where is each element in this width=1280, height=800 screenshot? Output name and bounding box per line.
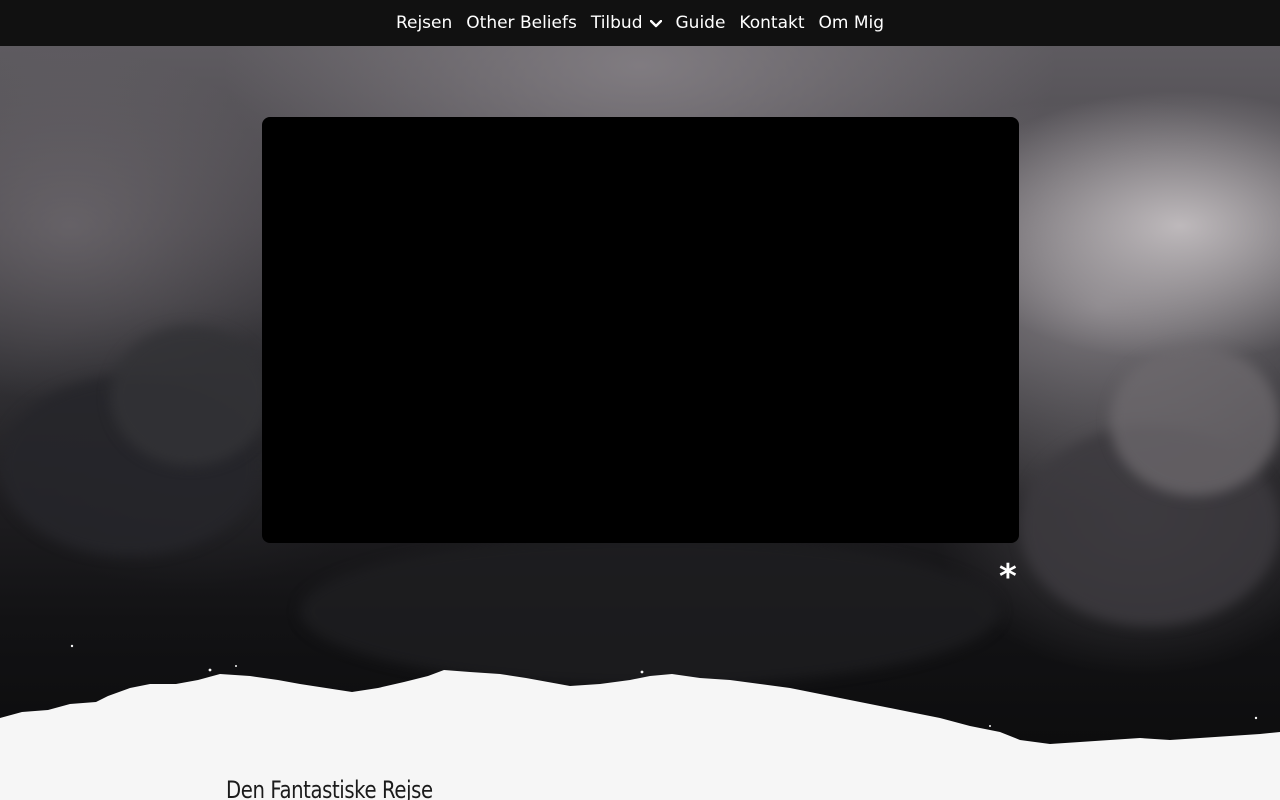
nav-item-rejsen[interactable]: Rejsen (396, 13, 452, 33)
nav-item-kontakt[interactable]: Kontakt (739, 13, 804, 33)
cloud-shape (110, 326, 270, 466)
section-title: Den Fantastiske Rejse (226, 776, 433, 800)
nav-item-om-mig[interactable]: Om Mig (819, 13, 885, 33)
nav-item-guide[interactable]: Guide (676, 13, 726, 33)
main-navigation: Rejsen Other Beliefs Tilbud Guide Kontak… (0, 0, 1280, 46)
nav-item-other-beliefs[interactable]: Other Beliefs (466, 13, 577, 33)
page: Rejsen Other Beliefs Tilbud Guide Kontak… (0, 0, 1280, 800)
nav-list: Rejsen Other Beliefs Tilbud Guide Kontak… (396, 13, 884, 33)
cloud-shape (1110, 346, 1280, 496)
content-area (0, 760, 1280, 800)
nav-item-tilbud[interactable]: Tilbud (591, 13, 662, 33)
chevron-down-icon[interactable] (649, 20, 662, 28)
nav-item-tilbud-label: Tilbud (590, 13, 643, 33)
asterisk-marker: * (999, 557, 1017, 597)
video-embed[interactable] (262, 117, 1019, 543)
